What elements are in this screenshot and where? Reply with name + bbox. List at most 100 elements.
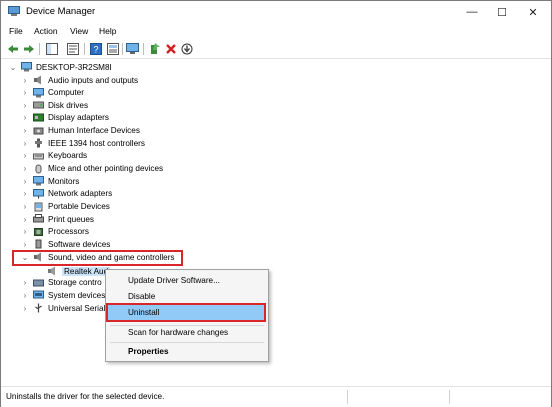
chevron-right-icon[interactable]: › [21,164,29,173]
tree-category-computer[interactable]: › Computer [21,87,84,99]
chevron-right-icon[interactable]: › [21,76,29,85]
disable-icon [181,43,192,54]
chevron-right-icon[interactable]: › [21,113,29,122]
ctx-scan-hardware[interactable]: Scan for hardware changes [128,328,228,337]
processor-icon [34,227,43,236]
menu-file[interactable]: File [9,26,23,36]
close-button[interactable]: ✕ [517,1,549,23]
chevron-right-icon[interactable]: › [21,202,29,211]
chevron-right-icon[interactable]: › [21,139,29,148]
scan-monitor-button[interactable] [126,42,139,55]
tree-root[interactable]: ⌄ DESKTOP-3R2SM8I [9,61,112,73]
tree-category-usb[interactable]: › Universal Serial [21,302,105,314]
annotation-highlight-category [12,250,183,266]
chevron-right-icon[interactable]: › [21,126,29,135]
tree-category-storage[interactable]: › Storage contro [21,277,102,289]
window-title: Device Manager [26,6,96,17]
tree-child-realtek[interactable]: Realtek Aud [47,265,111,277]
tree-category-label: Processors [48,227,89,237]
annotation-highlight-uninstall [106,303,266,322]
portable-icon [34,202,43,211]
tree-category-label: System devices [48,290,106,300]
monitor-icon [126,42,139,54]
disk-icon [33,101,44,109]
tree-category-keyboard[interactable]: › Keyboards [21,150,88,162]
view-toggle-button[interactable] [106,42,119,55]
chevron-right-icon[interactable]: › [21,278,29,287]
tree-category-system[interactable]: › System devices [21,289,105,301]
show-hide-tree-button[interactable] [45,42,58,55]
back-icon [7,44,18,53]
chevron-right-icon[interactable]: › [21,189,29,198]
chevron-right-icon[interactable]: › [21,240,29,249]
ctx-separator [110,325,264,326]
tree-category-portable[interactable]: › Portable Devices [21,201,110,213]
mouse-icon [35,164,42,174]
chevron-down-icon[interactable]: ⌄ [9,63,17,72]
chevron-right-icon[interactable]: › [21,177,29,186]
tree-category-label: Display adapters [48,113,109,123]
tree-category-printer[interactable]: › Print queues [21,213,94,225]
ctx-properties[interactable]: Properties [128,347,169,356]
properties-button[interactable] [66,42,79,55]
tree-category-disk[interactable]: › Disk drives [21,99,88,111]
audio-icon [34,75,41,85]
menu-bar: File Action View Help [1,23,551,40]
tree-category-hid[interactable]: › Human Interface Devices [21,125,140,137]
menu-view[interactable]: View [70,26,88,36]
show-hide-tree-icon [45,42,58,55]
tree-category-software[interactable]: › Software devices [21,238,110,250]
tree-category-label: Universal Serial [48,303,106,313]
menu-action[interactable]: Action [34,26,58,36]
disable-button[interactable] [180,42,193,55]
hid-icon [33,127,44,135]
system-icon [33,290,44,299]
tree-category-label: Disk drives [48,100,89,110]
ieee1394-icon [35,138,42,148]
minimize-button[interactable]: — [456,1,488,23]
toolbar-separator [122,43,123,55]
usb-icon [35,303,42,313]
tree-category-mouse[interactable]: › Mice and other pointing devices [21,163,163,175]
toolbar-separator [143,43,144,55]
tree-root-label: DESKTOP-3R2SM8I [36,62,112,72]
tree-category-label: Monitors [48,176,80,186]
update-driver-icon [150,42,160,54]
tree-category-processor[interactable]: › Processors [21,226,89,238]
storage-icon [33,279,44,287]
chevron-right-icon[interactable]: › [21,304,29,313]
chevron-right-icon[interactable]: › [21,88,29,97]
back-button[interactable] [6,42,19,55]
display-icon [33,113,44,122]
chevron-right-icon[interactable]: › [21,151,29,160]
tree-category-network[interactable]: › Network adapters [21,188,112,200]
uninstall-icon [165,43,176,54]
maximize-icon: ☐ [497,6,507,19]
tree-category-monitor[interactable]: › Monitors [21,175,79,187]
toolbar-separator [39,43,40,55]
device-tree: ⌄ DESKTOP-3R2SM8I › Audio inputs and outp… [1,59,551,386]
ctx-disable[interactable]: Disable [128,292,155,301]
tree-category-ieee1394[interactable]: › IEEE 1394 host controllers [21,137,145,149]
chevron-right-icon[interactable]: › [21,227,29,236]
svg-text:?: ? [93,44,98,54]
speaker-icon [48,266,55,276]
status-separator [449,390,450,404]
chevron-right-icon[interactable]: › [21,291,29,300]
close-icon: ✕ [528,6,538,19]
update-driver-button[interactable] [148,42,161,55]
menu-help[interactable]: Help [99,26,116,36]
network-icon [33,188,44,199]
status-separator [347,390,348,404]
maximize-button[interactable]: ☐ [486,1,518,23]
tree-category-audio[interactable]: › Audio inputs and outputs [21,74,138,86]
ctx-update-driver[interactable]: Update Driver Software... [128,276,220,285]
help-button[interactable]: ? [89,42,102,55]
computer-root-icon [21,62,32,72]
toolbar-separator [84,43,85,55]
chevron-right-icon[interactable]: › [21,101,29,110]
forward-button[interactable] [22,42,35,55]
tree-category-display[interactable]: › Display adapters [21,112,109,124]
uninstall-button[interactable] [164,42,177,55]
chevron-right-icon[interactable]: › [21,215,29,224]
